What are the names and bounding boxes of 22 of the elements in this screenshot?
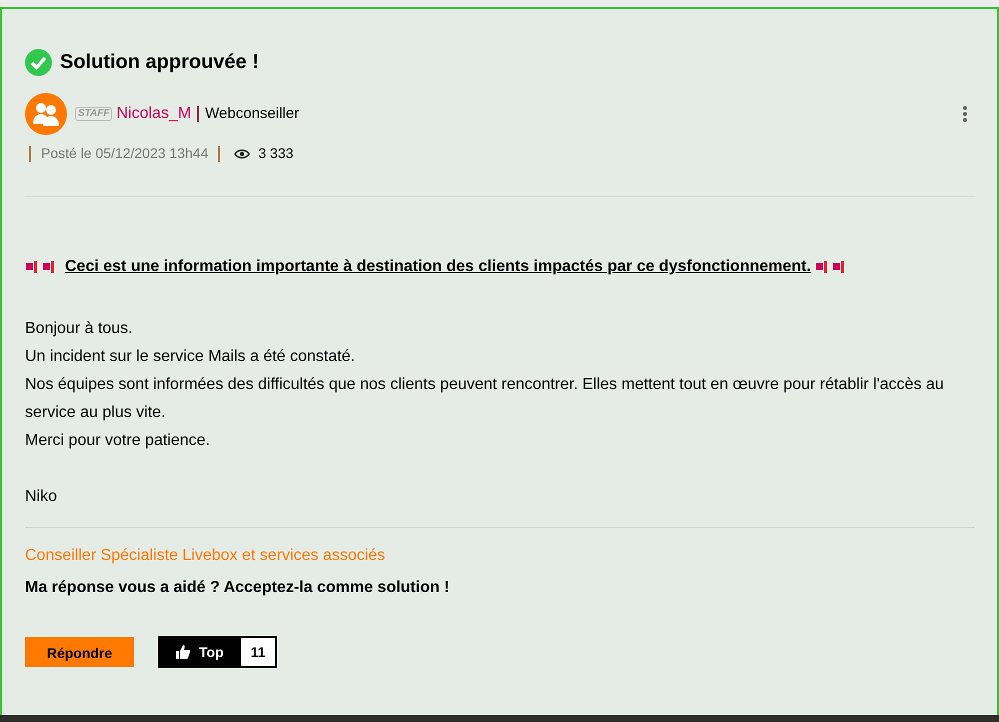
reply-button[interactable]: Répondre (25, 637, 134, 667)
post-date: Posté le 05/12/2023 13h44 (41, 144, 208, 163)
check-circle-icon (25, 48, 52, 76)
more-options-icon[interactable] (963, 106, 967, 122)
vote-count: 11 (240, 638, 276, 666)
top-button[interactable]: Top 11 (158, 636, 278, 668)
status-title: Solution approuvée ! (60, 50, 259, 75)
author-role: Webconseiller (205, 104, 300, 124)
body-paragraph: Bonjour à tous. (25, 319, 134, 339)
body-paragraph: Nos équipes sont informées des difficultés que nos clients peuvent rencontrer. Elles mettent tout en œuvre pour rétablir l'accès au service au plus vite. (25, 375, 945, 423)
headline: Ceci est une information importante à destination des clients impactés par ce dysfonctionnement. (65, 257, 811, 277)
staff-badge: STAFF (75, 107, 112, 121)
signoff: Niko (25, 487, 58, 507)
thumbs-up-icon (175, 644, 191, 660)
author-link[interactable]: Nicolas_M (116, 102, 192, 126)
signature-text: Ma réponse vous a aidé ? Acceptez-la comme solution ! (25, 578, 450, 598)
avatar-icon (25, 93, 67, 135)
view-count: 3 333 (258, 144, 294, 163)
body-paragraph: Merci pour votre patience. (25, 431, 211, 451)
body-paragraph: Un incident sur le service Mails a été constaté. (25, 347, 356, 367)
eye-icon (234, 148, 250, 158)
signature-title: Conseiller Spécialiste Livebox et services associés (25, 546, 386, 566)
